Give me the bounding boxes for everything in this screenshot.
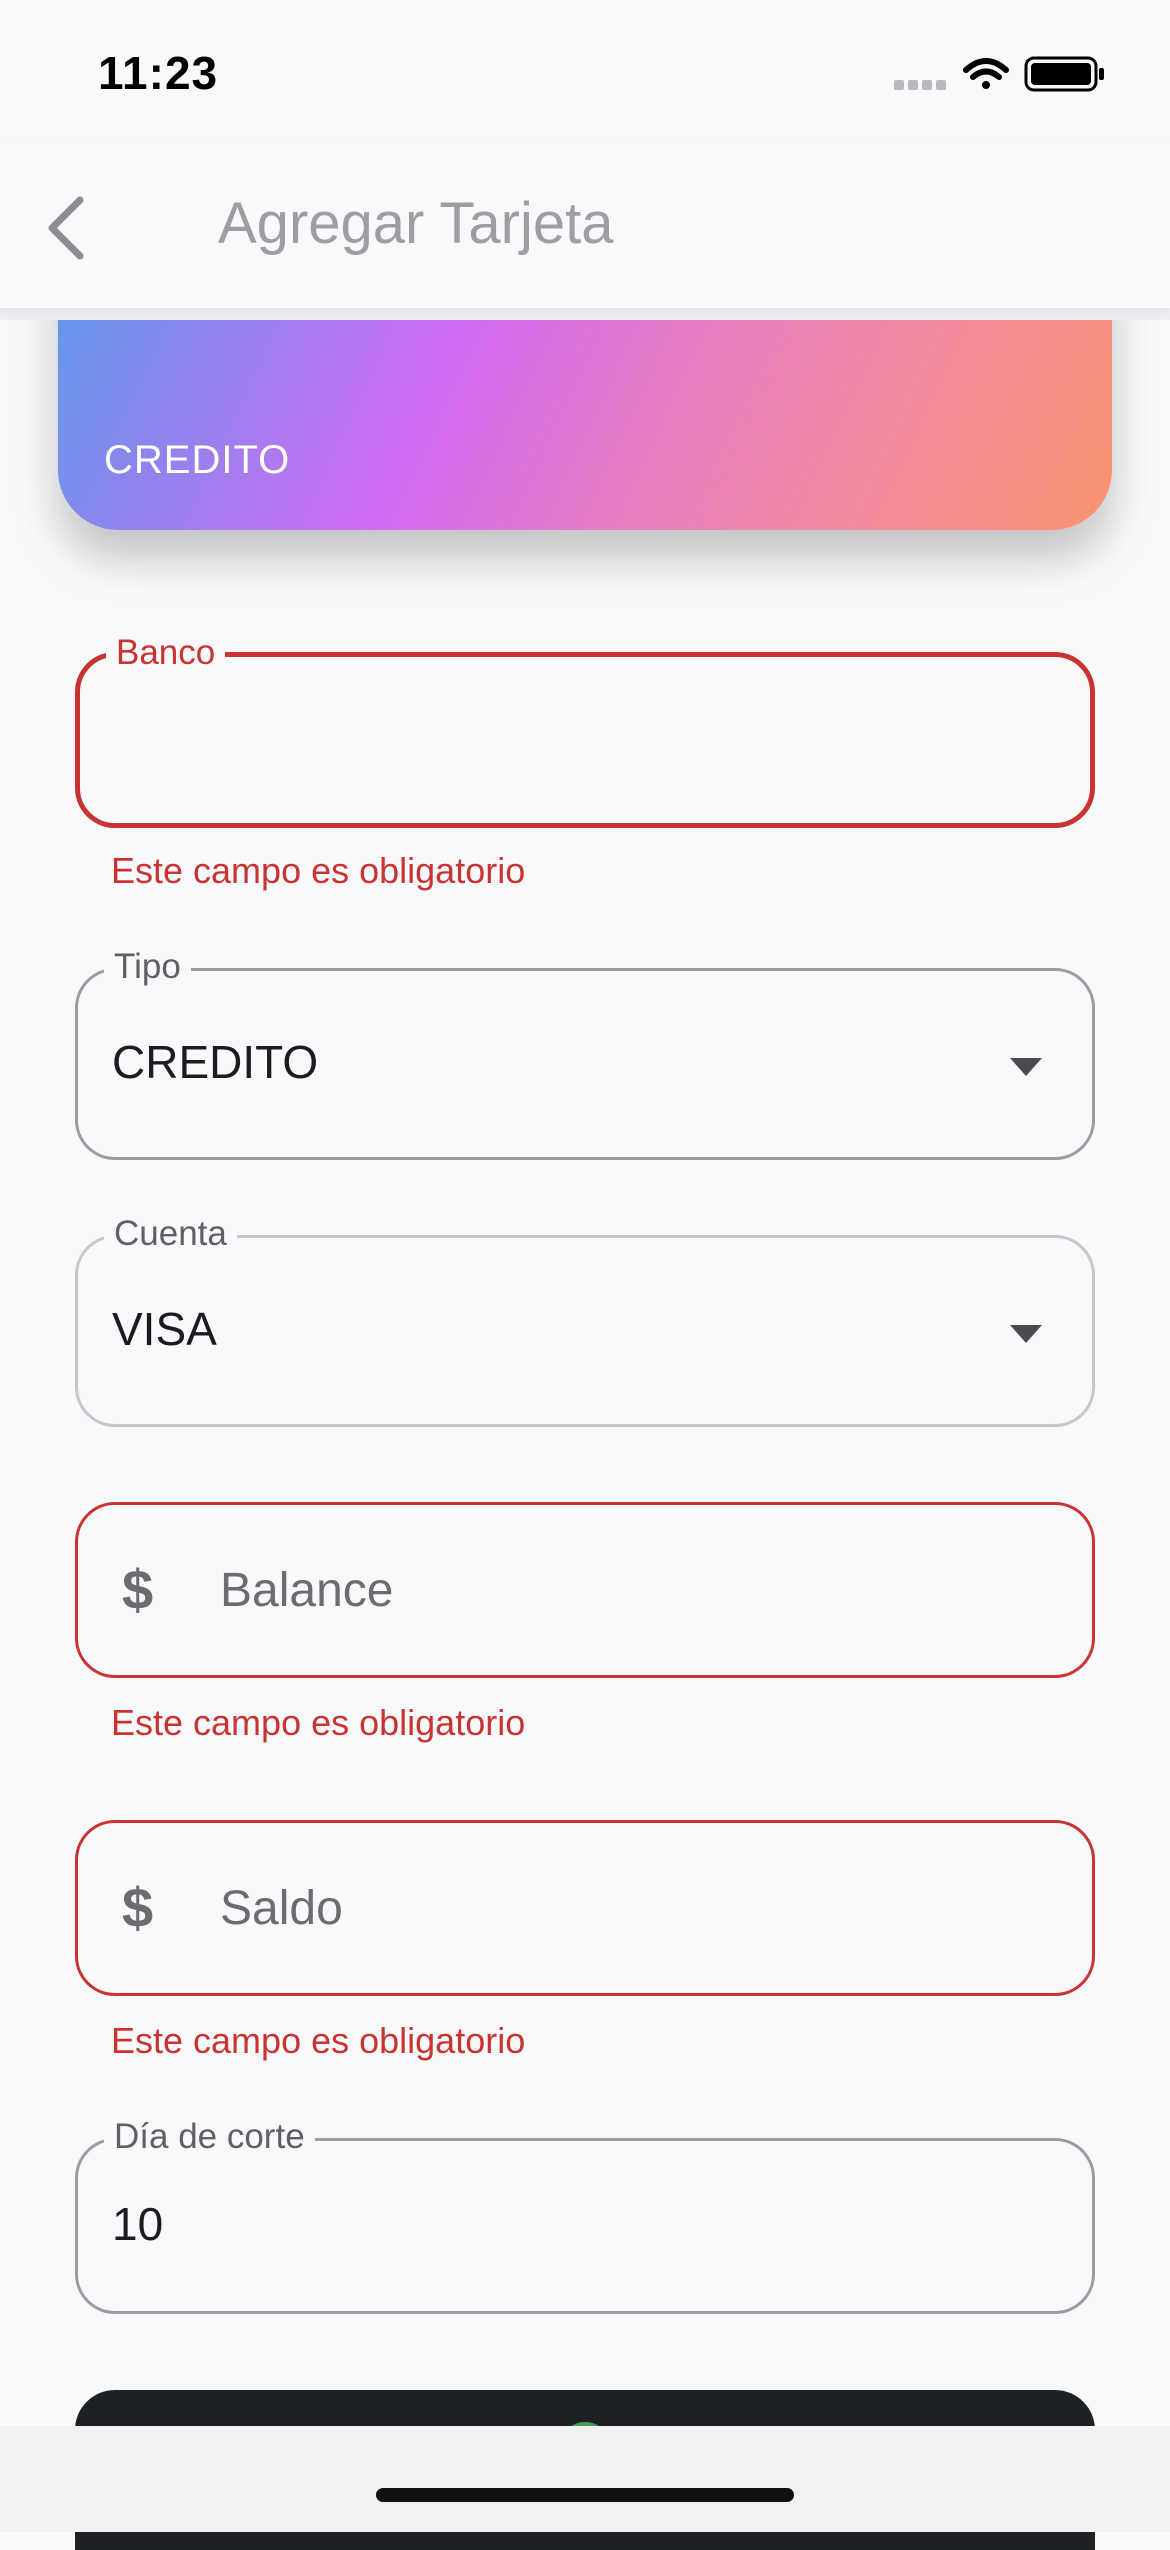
balance-placeholder: Balance	[220, 1564, 394, 1617]
cuenta-label: Cuenta	[104, 1214, 237, 1254]
status-bar: 11:23	[0, 0, 1170, 140]
dollar-icon: $	[122, 1876, 154, 1939]
dropdown-arrow-icon	[1010, 1058, 1042, 1076]
status-time: 11:23	[98, 47, 219, 99]
tipo-selected-value: CREDITO	[112, 1036, 319, 1088]
banco-label: Banco	[106, 633, 226, 673]
saldo-placeholder: Saldo	[220, 1882, 343, 1935]
wifi-icon	[963, 58, 1009, 89]
battery-icon	[1024, 56, 1104, 92]
app-bar: Agregar Tarjeta	[0, 140, 1170, 308]
cellular-signal-icon	[894, 80, 946, 90]
cuenta-selected-value: VISA	[112, 1303, 217, 1355]
page-title: Agregar Tarjeta	[218, 191, 614, 256]
saldo-field[interactable]: $ Saldo	[75, 1820, 1095, 1996]
dia-corte-label: Día de corte	[104, 2117, 315, 2157]
saldo-error-text: Este campo es obligatorio	[111, 2020, 526, 2061]
card-type-label: CREDITO	[104, 438, 291, 482]
balance-error-text: Este campo es obligatorio	[111, 1702, 526, 1743]
banco-field[interactable]: Banco	[75, 633, 1095, 828]
back-button[interactable]	[36, 192, 100, 264]
banco-error-text: Este campo es obligatorio	[111, 850, 526, 891]
chevron-left-icon	[48, 196, 84, 260]
home-indicator[interactable]	[376, 2488, 794, 2502]
tipo-dropdown[interactable]: Tipo CREDITO	[75, 947, 1095, 1160]
balance-field[interactable]: $ Balance	[75, 1502, 1095, 1678]
dollar-icon: $	[122, 1558, 154, 1621]
dia-corte-value: 10	[112, 2198, 164, 2250]
tipo-label: Tipo	[104, 947, 191, 987]
dia-corte-field[interactable]: Día de corte 10	[75, 2117, 1095, 2314]
dropdown-arrow-icon	[1010, 1325, 1042, 1343]
home-indicator-area	[0, 2426, 1170, 2532]
app-bar-divider	[0, 308, 1170, 320]
cuenta-dropdown[interactable]: Cuenta VISA	[75, 1214, 1095, 1427]
status-icons	[894, 56, 1104, 92]
